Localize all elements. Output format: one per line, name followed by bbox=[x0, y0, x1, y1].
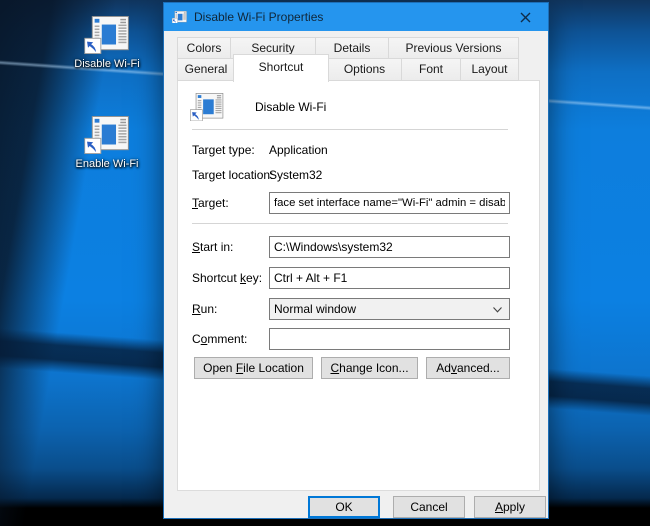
dialog-title: Disable Wi-Fi Properties bbox=[194, 10, 324, 24]
desktop-icon-label: Disable Wi-Fi bbox=[74, 58, 140, 70]
shortcut-window-icon bbox=[190, 93, 224, 121]
desktop-icon-label: Enable Wi-Fi bbox=[75, 158, 139, 170]
cancel-button[interactable]: Cancel bbox=[393, 496, 465, 518]
app-icon bbox=[172, 11, 187, 24]
tab-options[interactable]: Options bbox=[327, 58, 402, 81]
comment-input[interactable] bbox=[269, 328, 510, 350]
advanced-button[interactable]: Advanced... bbox=[426, 357, 510, 379]
tab-general[interactable]: General bbox=[177, 58, 235, 81]
target-type-value: Application bbox=[269, 143, 328, 157]
separator bbox=[192, 223, 508, 224]
shortcut-window-icon bbox=[84, 16, 130, 54]
shortcut-key-input[interactable] bbox=[269, 267, 510, 289]
run-dropdown[interactable]: Normal window bbox=[269, 298, 510, 320]
desktop-icon-disable-wifi[interactable]: Disable Wi-Fi bbox=[61, 16, 153, 70]
tab-layout[interactable]: Layout bbox=[460, 58, 519, 81]
comment-label: Comment: bbox=[192, 332, 248, 346]
chevron-down-icon bbox=[493, 307, 502, 313]
target-label: Target: bbox=[192, 196, 229, 210]
shortcut-window-icon bbox=[84, 116, 130, 154]
close-icon bbox=[520, 12, 531, 22]
tab-previous-versions[interactable]: Previous Versions bbox=[388, 37, 519, 59]
target-location-value: System32 bbox=[269, 168, 323, 182]
target-input[interactable] bbox=[269, 192, 510, 214]
open-file-location-button[interactable]: Open File Location bbox=[194, 357, 313, 379]
start-in-input[interactable] bbox=[269, 236, 510, 258]
dialog-titlebar[interactable]: Disable Wi-Fi Properties bbox=[164, 3, 548, 31]
apply-button[interactable]: Apply bbox=[474, 496, 546, 518]
shortcut-name: Disable Wi-Fi bbox=[255, 100, 327, 114]
ok-button[interactable]: OK bbox=[308, 496, 380, 518]
target-location-label: Target location: bbox=[192, 168, 274, 182]
tab-colors[interactable]: Colors bbox=[177, 37, 231, 59]
desktop-icon-enable-wifi[interactable]: Enable Wi-Fi bbox=[61, 116, 153, 170]
tab-font[interactable]: Font bbox=[401, 58, 461, 81]
tab-shortcut[interactable]: Shortcut bbox=[233, 54, 329, 82]
run-dropdown-value: Normal window bbox=[274, 302, 357, 316]
start-in-label: Start in: bbox=[192, 240, 234, 254]
desktop: Disable Wi-Fi Enable Wi-Fi Disable Wi-Fi… bbox=[0, 0, 650, 526]
target-type-label: Target type: bbox=[192, 143, 255, 157]
close-button[interactable] bbox=[503, 3, 548, 31]
shortcut-key-label: Shortcut key: bbox=[192, 271, 263, 285]
run-label: Run: bbox=[192, 302, 218, 316]
separator bbox=[192, 129, 508, 130]
change-icon-button[interactable]: Change Icon... bbox=[321, 357, 418, 379]
tab-page-shortcut: Disable Wi-Fi Target type: Application T… bbox=[177, 80, 540, 491]
properties-dialog: Disable Wi-Fi Properties Colors Security… bbox=[163, 2, 549, 519]
